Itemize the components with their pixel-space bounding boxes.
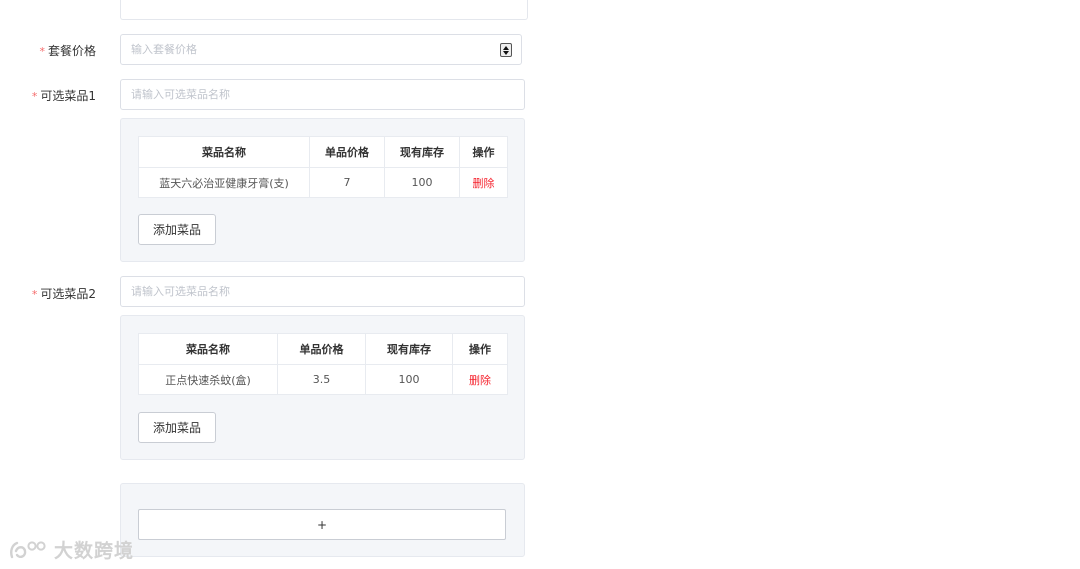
add-dish-button-2[interactable]: 添加菜品 [138, 412, 216, 443]
watermark: 大数跨境 [8, 536, 134, 563]
delete-item-link[interactable]: 删除 [452, 364, 508, 395]
number-spinner[interactable] [500, 43, 512, 57]
optional-group-2-label-text: 可选菜品2 [40, 287, 96, 301]
table-row: 蓝天六必治亚健康牙膏(支) 7 100 删除 [138, 167, 508, 198]
add-optional-group-button[interactable]: + [138, 509, 506, 540]
price-input-wrapper [120, 34, 522, 65]
optional-group-1-panel: 菜品名称 单品价格 现有库存 操作 蓝天六必治亚健康牙膏(支) 7 100 删除… [120, 118, 525, 262]
table-header-row: 菜品名称 单品价格 现有库存 操作 [138, 136, 508, 168]
column-header-stock: 现有库存 [365, 333, 453, 365]
item-price-cell: 7 [309, 167, 385, 198]
item-name-cell: 蓝天六必治亚健康牙膏(支) [138, 167, 310, 198]
item-stock-cell: 100 [365, 364, 453, 395]
optional-group-1-label-text: 可选菜品1 [40, 89, 96, 103]
brand-logo-icon [10, 540, 46, 558]
item-price-cell: 3.5 [277, 364, 366, 395]
column-header-name: 菜品名称 [138, 136, 310, 168]
optional-group-2-table: 菜品名称 单品价格 现有库存 操作 正点快速杀蚊(盒) 3.5 100 删除 [138, 333, 508, 395]
optional-group-2-label: * 可选菜品2 [32, 285, 96, 302]
add-dish-button-1[interactable]: 添加菜品 [138, 214, 216, 245]
required-star: * [31, 90, 38, 103]
column-header-name: 菜品名称 [138, 333, 278, 365]
required-star: * [39, 45, 45, 58]
optional-group-2-panel: 菜品名称 单品价格 现有库存 操作 正点快速杀蚊(盒) 3.5 100 删除 添… [120, 315, 525, 460]
optional-group-1-table: 菜品名称 单品价格 现有库存 操作 蓝天六必治亚健康牙膏(支) 7 100 删除 [138, 136, 508, 198]
item-stock-cell: 100 [384, 167, 460, 198]
spinner-down-icon[interactable] [503, 50, 509, 55]
add-group-panel: + [120, 483, 525, 557]
required-star: * [31, 288, 38, 301]
watermark-text: 大数跨境 [54, 540, 135, 562]
price-input[interactable] [121, 35, 521, 64]
spinner-up-icon[interactable] [503, 45, 509, 50]
optional-group-1-name-input[interactable] [121, 80, 524, 109]
optional-group-2-name-input[interactable] [121, 277, 524, 306]
table-header-row: 菜品名称 单品价格 现有库存 操作 [138, 333, 508, 365]
column-header-price: 单品价格 [309, 136, 385, 168]
optional-group-2-input-wrapper [120, 276, 525, 307]
column-header-action: 操作 [452, 333, 508, 365]
column-header-stock: 现有库存 [384, 136, 460, 168]
column-header-price: 单品价格 [277, 333, 366, 365]
price-label: * 套餐价格 [39, 42, 96, 59]
item-name-cell: 正点快速杀蚊(盒) [138, 364, 278, 395]
table-row: 正点快速杀蚊(盒) 3.5 100 删除 [138, 364, 508, 395]
previous-field-box [120, 0, 528, 20]
column-header-action: 操作 [459, 136, 508, 168]
price-label-text: 套餐价格 [47, 44, 96, 58]
optional-group-1-input-wrapper [120, 79, 525, 110]
delete-item-link[interactable]: 删除 [459, 167, 508, 198]
optional-group-1-label: * 可选菜品1 [32, 87, 96, 104]
